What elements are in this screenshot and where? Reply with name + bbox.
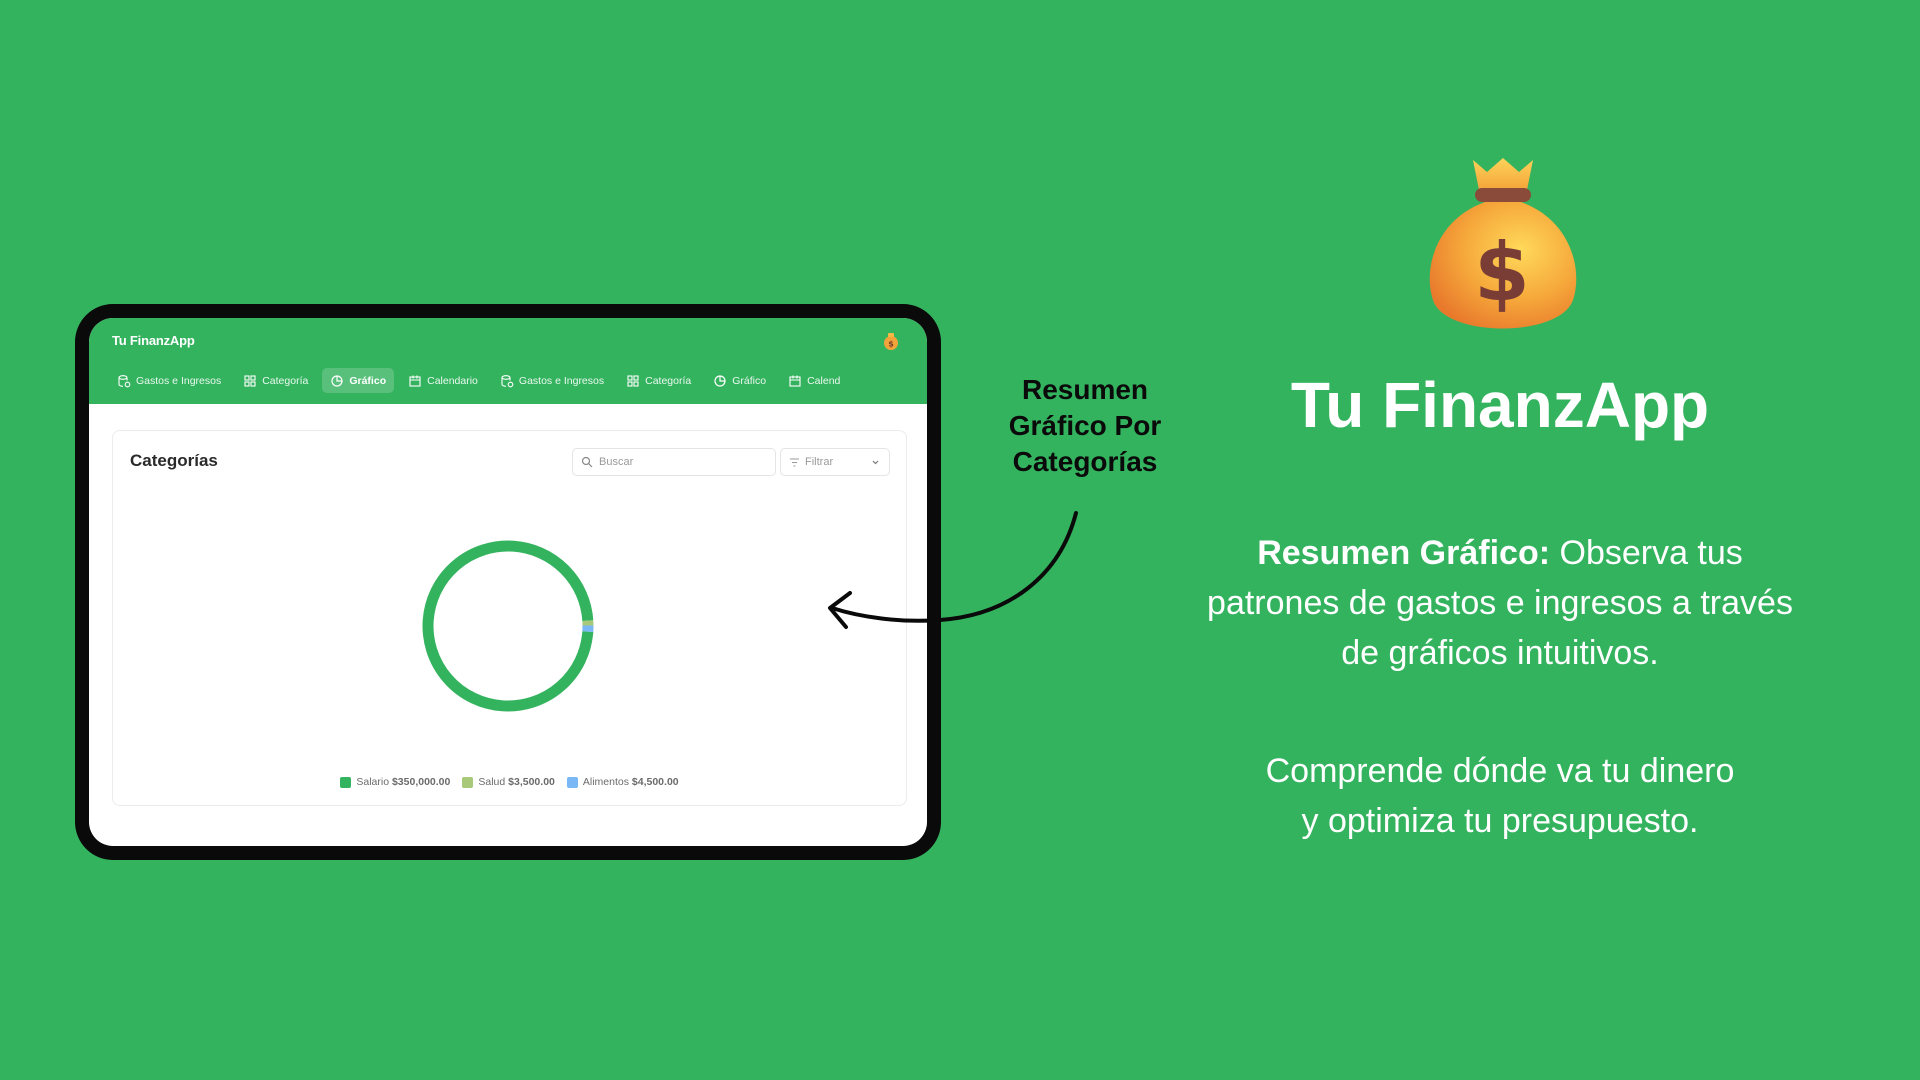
- desc-line: de gráficos intuitivos.: [1341, 634, 1659, 672]
- nav-item-calendario[interactable]: Calend: [780, 368, 848, 393]
- nav-item-label: Categoría: [262, 374, 309, 387]
- nav-item-calendario[interactable]: Calendario: [400, 368, 486, 393]
- brand-title: Tu FinanzApp: [1290, 369, 1710, 441]
- nav-item-label: Calendario: [427, 374, 478, 387]
- legend-label: Salario $350,000.00: [356, 776, 451, 788]
- search-icon: [581, 456, 593, 468]
- legend-swatch: [566, 776, 578, 788]
- legend-item-salud[interactable]: Salud $3,500.00: [462, 776, 555, 788]
- legend-label: Alimentos $4,500.00: [582, 776, 679, 788]
- filter-icon: [790, 457, 799, 467]
- callout-line: Categorías: [1012, 446, 1158, 477]
- legend-value: $3,500.00: [508, 776, 555, 788]
- search-box[interactable]: [572, 448, 776, 476]
- moneybag-avatar-icon[interactable]: $: [881, 331, 901, 351]
- legend-value: $4,500.00: [631, 776, 679, 788]
- feature-description: Resumen Gráfico: Observa tus patrones de…: [1160, 528, 1840, 678]
- tagline-line: Comprende dónde va tu dinero: [1265, 752, 1735, 790]
- moneybag-icon: $: [1429, 158, 1577, 329]
- calendar-icon: [789, 375, 801, 387]
- pie-chart-icon: [714, 374, 726, 387]
- nav-item-label: Calend: [807, 374, 841, 387]
- nav-item-gastos-ingresos[interactable]: Gastos e Ingresos: [492, 368, 612, 393]
- desc-text: Observa tus: [1550, 534, 1743, 572]
- desc-line: Resumen Gráfico: Observa tus: [1160, 528, 1840, 578]
- nav-item-grafico[interactable]: Gráfico: [705, 368, 774, 393]
- categories-card: Categorías Filtrar Salario $350,000.00Sa…: [112, 430, 907, 806]
- legend-swatch: [340, 776, 352, 788]
- nav-item-label: Gráfico: [732, 374, 767, 387]
- svg-text:$: $: [1474, 226, 1530, 319]
- grid-icon: [627, 374, 639, 387]
- chevron-down-icon: [872, 460, 879, 464]
- tablet-screen: Tu FinanzApp $ Gastos e Ingresos Categor…: [89, 318, 927, 846]
- legend-value: $350,000.00: [391, 776, 451, 788]
- legend-item-salario[interactable]: Salario $350,000.00: [340, 776, 450, 788]
- tablet-mockup: Tu FinanzApp $ Gastos e Ingresos Categor…: [75, 304, 941, 860]
- app-title: Tu FinanzApp: [112, 333, 195, 348]
- database-icon: [501, 374, 514, 387]
- search-input[interactable]: [599, 456, 769, 468]
- app-header: Tu FinanzApp $ Gastos e Ingresos Categor…: [89, 318, 927, 404]
- nav-item-label: Gastos e Ingresos: [518, 374, 605, 387]
- svg-text:$: $: [888, 340, 894, 349]
- legend-label: Salud $3,500.00: [478, 776, 555, 788]
- database-icon: [118, 374, 131, 387]
- card-title: Categorías: [130, 451, 218, 470]
- filter-select[interactable]: Filtrar: [780, 448, 890, 476]
- desc-line: patrones de gastos e ingresos a través: [1207, 584, 1793, 622]
- callout-arrow: [828, 511, 1078, 629]
- donut-slice-salario[interactable]: [422, 540, 594, 712]
- nav-item-categoria[interactable]: Categoría: [618, 368, 699, 393]
- chart-legend: Salario $350,000.00 Salud $3,500.00 Alimen…: [113, 776, 906, 788]
- nav-item-categoria[interactable]: Categoría: [235, 368, 316, 393]
- nav-item-label: Gráfico: [349, 374, 387, 387]
- pie-chart-icon: [331, 374, 343, 387]
- desc-bold: Resumen Gráfico:: [1257, 534, 1551, 572]
- nav-item-label: Gastos e Ingresos: [136, 374, 222, 387]
- category-donut-chart: [422, 540, 594, 712]
- legend-item-alimentos[interactable]: Alimentos $4,500.00: [566, 776, 679, 788]
- nav-item-label: Categoría: [645, 374, 692, 387]
- tagline: Comprende dónde va tu dinero y optimiza …: [1160, 746, 1840, 846]
- tagline-line: y optimiza tu presupuesto.: [1301, 802, 1699, 840]
- nav-item-grafico[interactable]: Gráfico: [322, 368, 395, 393]
- grid-icon: [244, 374, 256, 387]
- nav-item-gastos-ingresos[interactable]: Gastos e Ingresos: [109, 368, 229, 393]
- legend-swatch: [462, 776, 474, 788]
- app-nav: Gastos e Ingresos Categoría Gráfico Cale…: [109, 368, 848, 393]
- filter-label: Filtrar: [805, 456, 834, 468]
- calendar-icon: [409, 375, 421, 387]
